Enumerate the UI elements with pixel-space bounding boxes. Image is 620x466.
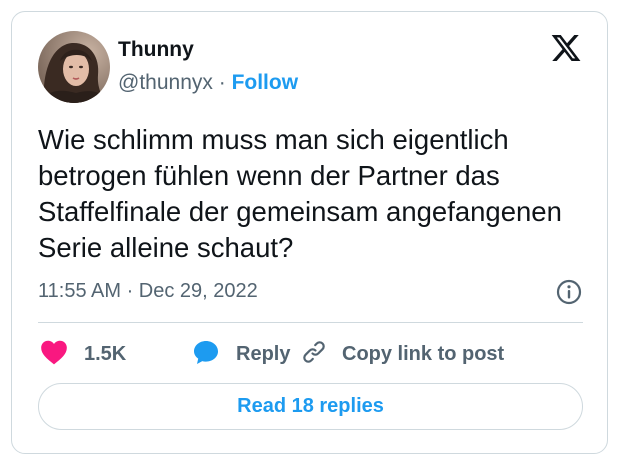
follow-button[interactable]: Follow [232,71,299,94]
author-handle[interactable]: @thunnyx [118,71,213,94]
copy-link-button[interactable]: Copy link to post [300,337,504,371]
avatar[interactable] [38,31,110,103]
divider [38,322,583,323]
read-replies-button[interactable]: Read 18 replies [38,383,583,430]
info-icon[interactable] [555,278,583,306]
tweet-text: Wie schlimm muss man sich eigentlich bet… [38,124,562,263]
heart-icon [40,339,68,370]
tweet-meta-row: 11:55 AM · Dec 29, 2022 [38,278,583,308]
author-name[interactable]: Thunny [118,38,194,62]
tweet-actions: 1.5K Reply Copy link to post [38,337,583,371]
author-handle-row: @thunnyx · Follow [118,71,298,95]
reply-button[interactable]: Reply [192,337,290,371]
tweet-timestamp[interactable]: 11:55 AM · Dec 29, 2022 [38,280,258,303]
reply-label: Reply [236,342,291,365]
like-count: 1.5K [84,342,127,365]
copy-link-label: Copy link to post [342,342,505,365]
like-button[interactable]: 1.5K [40,337,126,371]
reply-bubble-icon [192,338,220,371]
x-logo-icon[interactable] [549,32,583,64]
link-icon [300,338,328,371]
separator-dot: · [218,71,226,94]
tweet-card: Thunny @thunnyx · Follow Wie schlimm mus… [11,11,608,454]
